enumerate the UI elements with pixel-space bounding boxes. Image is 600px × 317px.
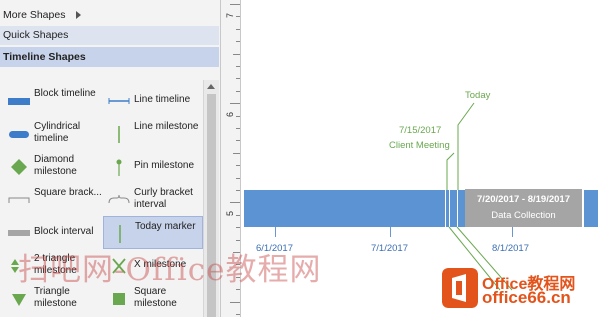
shape-line-milestone[interactable]: Line milestone	[103, 117, 203, 150]
shape-triangle-milestone[interactable]: Triangle milestone	[3, 282, 103, 315]
shape-label: Pin milestone	[134, 160, 195, 171]
square-milestone-icon	[113, 293, 125, 305]
triangle-milestone-icon	[12, 294, 26, 306]
date-tick	[512, 227, 513, 237]
ruler-tick	[230, 103, 240, 105]
block-interval-icon	[8, 230, 30, 236]
shape-two-triangle-milestone[interactable]: 2 triangle milestone	[3, 249, 103, 282]
cylindrical-timeline-icon	[9, 131, 29, 138]
shape-square-bracket[interactable]: Square brack...	[3, 183, 103, 216]
ruler-tick	[236, 165, 240, 167]
shapes-pane: More Shapes Quick Shapes Timeline Shapes…	[0, 0, 221, 317]
shape-square-milestone[interactable]: Square milestone	[103, 282, 203, 315]
ruler-label: 6	[225, 111, 235, 117]
ruler-tick	[236, 115, 240, 117]
pin-milestone-icon	[116, 159, 122, 176]
ruler-tick	[236, 177, 240, 179]
ruler-tick	[236, 28, 240, 30]
today-marker-icon	[119, 225, 121, 243]
shape-label: Block timeline	[34, 88, 96, 99]
stencil-scrollbar[interactable]	[203, 80, 219, 317]
ruler-tick	[230, 301, 240, 303]
line-milestone-icon	[118, 126, 120, 143]
ruler-tick	[236, 78, 240, 80]
shape-label: Triangle milestone	[34, 286, 77, 309]
ruler-tick	[236, 140, 240, 142]
ruler-tick	[236, 41, 240, 43]
shape-label: Curly bracket interval	[134, 187, 193, 210]
block-timeline-icon	[8, 98, 30, 105]
shape-block-timeline[interactable]: Block timeline	[3, 84, 103, 117]
scroll-thumb[interactable]	[207, 94, 216, 317]
stencil-list: Block timeline Line timeline Cylindrical…	[0, 80, 204, 317]
quick-shapes-label: Quick Shapes	[3, 29, 69, 41]
shape-block-interval[interactable]: Block interval	[3, 216, 103, 249]
ruler-tick	[236, 314, 240, 315]
shape-pin-milestone[interactable]: Pin milestone	[103, 150, 203, 183]
shape-cylindrical-timeline[interactable]: Cylindrical timeline	[3, 117, 103, 150]
shape-label: Diamond milestone	[34, 154, 77, 177]
shape-label: Line milestone	[134, 121, 199, 132]
shape-label: 2 triangle milestone	[34, 253, 77, 276]
quick-shapes-tab[interactable]: Quick Shapes	[0, 26, 219, 45]
ruler-label: 5	[225, 210, 235, 216]
square-bracket-icon	[8, 197, 30, 203]
ruler-tick	[236, 90, 240, 92]
ruler-tick	[236, 239, 240, 241]
shape-label: Block interval	[34, 226, 94, 237]
date-tick	[390, 227, 391, 237]
shape-today-marker[interactable]: Today marker	[103, 216, 203, 249]
office-logo: Office教程网 office66.cn	[442, 268, 594, 312]
date-tick	[275, 227, 276, 237]
scroll-up-icon[interactable]	[207, 84, 215, 89]
ruler-tick	[236, 264, 240, 266]
ruler-label: 7	[225, 12, 235, 18]
two-triangle-milestone-icon	[11, 259, 19, 273]
logo-text-line2: office66.cn	[482, 288, 571, 307]
office-logo-icon	[442, 268, 478, 308]
shape-label: Cylindrical timeline	[34, 121, 81, 144]
ruler-tick	[233, 252, 240, 253]
ruler-tick	[236, 214, 240, 216]
x-milestone-icon	[112, 258, 126, 274]
ruler-tick	[233, 53, 240, 55]
ruler-tick	[236, 190, 240, 191]
ruler-tick	[236, 128, 240, 129]
date-label: 7/1/2017	[371, 243, 408, 254]
shape-label: X milestone	[134, 259, 187, 270]
shape-label: Line timeline	[134, 94, 191, 105]
ruler-tick	[233, 152, 240, 154]
ruler-tick	[236, 227, 240, 229]
more-shapes-label: More Shapes	[3, 9, 66, 21]
timeline-shapes-label: Timeline Shapes	[3, 51, 86, 63]
diamond-milestone-icon	[11, 159, 27, 175]
line-timeline-icon	[108, 98, 130, 104]
shape-label: Today marker	[135, 221, 196, 232]
shape-line-timeline[interactable]: Line timeline	[103, 84, 203, 117]
shape-label: Square brack...	[34, 187, 102, 198]
date-label: 8/1/2017	[492, 243, 529, 254]
ruler-tick	[236, 289, 240, 291]
shape-curly-bracket[interactable]: Curly bracket interval	[103, 183, 203, 216]
shape-diamond-milestone[interactable]: Diamond milestone	[3, 150, 103, 183]
ruler-tick	[236, 276, 240, 278]
shape-label: Square milestone	[134, 286, 177, 309]
more-shapes-menu[interactable]: More Shapes	[0, 6, 219, 25]
date-label: 6/1/2017	[256, 243, 293, 254]
ruler-tick	[236, 16, 240, 18]
timeline-shapes-tab[interactable]: Timeline Shapes	[0, 47, 219, 67]
shape-x-milestone[interactable]: X milestone	[103, 249, 203, 282]
ruler-tick	[236, 66, 240, 67]
ruler-tick	[230, 202, 240, 204]
ruler-tick	[230, 4, 240, 5]
vertical-ruler: 7 6 5	[221, 0, 241, 317]
chevron-right-icon	[76, 11, 81, 19]
curly-bracket-icon	[108, 194, 130, 204]
